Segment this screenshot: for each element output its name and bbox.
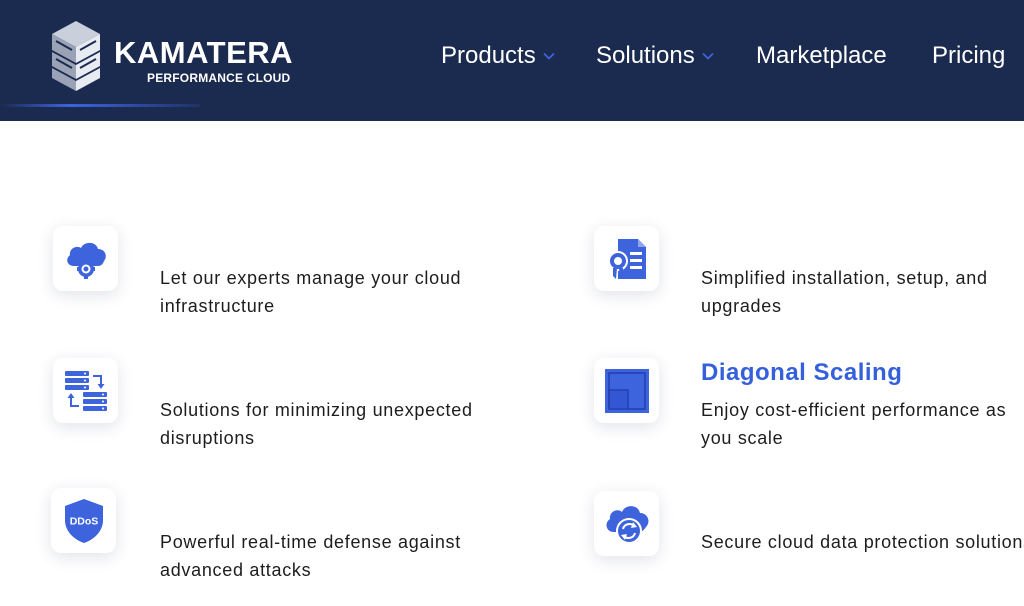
nav-item-solutions[interactable]: Solutions (596, 41, 714, 71)
feature-description: Enjoy cost-efficient performance as you … (701, 400, 1007, 448)
ddos-icon-label: DDoS (69, 515, 98, 527)
feature-icon-card (53, 358, 118, 423)
header-accent-line (0, 104, 200, 107)
nav-item-marketplace[interactable]: Marketplace (756, 41, 887, 71)
feature-icon-card (594, 358, 659, 423)
nav-item-products[interactable]: Products (441, 41, 555, 71)
site-header: KAMATERA PERFORMANCE CLOUD Products Solu… (0, 0, 1024, 121)
brand-tagline: PERFORMANCE CLOUD (147, 71, 291, 85)
feature-description: Powerful real-time defense against advan… (160, 532, 461, 580)
cloud-sync-icon (606, 505, 648, 544)
feature-icon-card (594, 226, 659, 291)
nav-item-label: Products (441, 42, 536, 69)
feature-description: Solutions for minimizing unexpected disr… (160, 400, 473, 448)
feature-description: Secure cloud data protection solutions (701, 532, 1024, 552)
chevron-down-icon (702, 52, 714, 60)
feature-description: Let our experts manage your cloud infras… (160, 268, 462, 316)
diagonal-scaling-icon (604, 368, 649, 413)
feature-description: Simplified installation, setup, and upgr… (701, 268, 988, 316)
feature-icon-card (594, 491, 659, 556)
nav-item-label: Solutions (596, 42, 695, 69)
cloud-gear-icon (66, 242, 106, 279)
feature-icon-card: DDoS (51, 488, 116, 553)
feature-icon-card (53, 226, 118, 291)
feature-title: Diagonal Scaling (701, 359, 903, 386)
server-migration-icon (64, 370, 107, 411)
main-nav: Products Solutions Marketplace Pricing (0, 41, 1024, 73)
chevron-down-icon (543, 52, 555, 60)
nav-item-label: Marketplace (756, 42, 887, 69)
nav-item-pricing[interactable]: Pricing (932, 41, 1005, 71)
certificate-document-icon (607, 238, 646, 279)
ddos-shield-icon: DDoS (64, 498, 103, 543)
nav-item-label: Pricing (932, 42, 1006, 69)
